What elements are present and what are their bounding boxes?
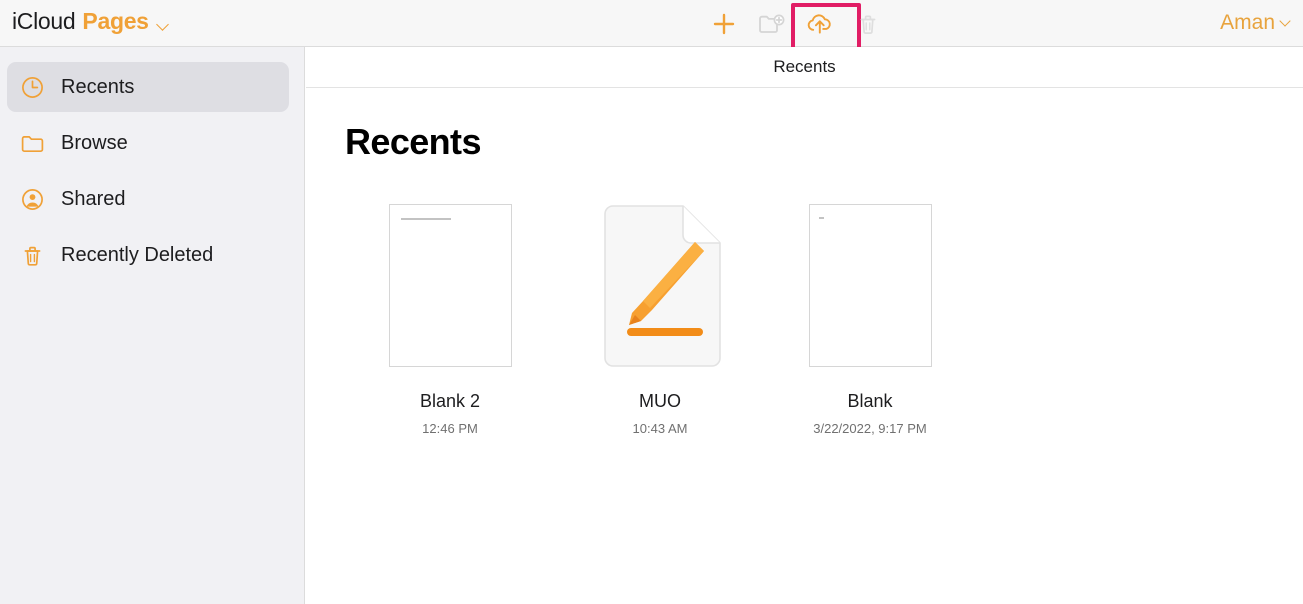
document-item[interactable]: Blank 2 12:46 PM [345,197,555,436]
chevron-down-icon [1279,15,1291,27]
new-folder-icon [759,14,785,33]
new-folder-button[interactable] [748,4,796,44]
cloud-upload-icon [807,13,831,34]
upload-button[interactable] [791,2,861,54]
document-date: 3/22/2022, 9:17 PM [813,421,927,436]
blank-page-thumbnail [388,204,512,367]
content-area: Recents Recents Blank 2 12:46 PM MUO 10:… [306,47,1303,604]
delete-button[interactable] [844,4,892,44]
document-thumbnail [808,197,932,367]
person-circle-icon [19,186,45,212]
top-toolbar: iCloud Pages Aman [0,0,1303,54]
sidebar-item-recently-deleted[interactable]: Recently Deleted [7,230,289,280]
sidebar-item-browse[interactable]: Browse [7,118,289,168]
brand-menu[interactable]: iCloud Pages [12,8,169,35]
brand-app-label: Pages [82,8,149,34]
sidebar-item-label: Recently Deleted [61,243,214,266]
account-name-label: Aman [1220,11,1275,34]
document-thumbnail [388,197,512,367]
plus-icon [713,13,735,34]
document-item[interactable]: Blank 3/22/2022, 9:17 PM [765,197,975,436]
sidebar-item-label: Recents [61,75,135,98]
document-date: 10:43 AM [632,421,688,436]
document-name: MUO [639,391,681,411]
trash-icon [860,15,876,34]
document-thumbnail [599,197,721,367]
sidebar: Recents Browse Shared Recently Deleted [0,47,305,604]
toolbar-actions [700,0,892,54]
account-menu[interactable]: Aman [1220,11,1291,35]
icloud-pages-app: iCloud Pages Aman Recents Browse Shared … [0,0,1303,604]
document-date: 12:46 PM [422,421,478,436]
chevron-down-icon [155,18,169,31]
new-document-button[interactable] [700,4,748,44]
subheader-title: Recents [773,57,836,76]
document-name: Blank 2 [419,391,481,411]
page-title: Recents [345,121,481,162]
document-name: Blank [847,391,893,411]
brand-service-label: iCloud [12,8,76,34]
sidebar-item-recents[interactable]: Recents [7,62,289,112]
placeholder-text-line [400,218,451,220]
document-item[interactable]: MUO 10:43 AM [555,197,765,436]
document-grid: Blank 2 12:46 PM MUO 10:43 AM Blank 3/22… [345,197,1303,436]
blank-page-thumbnail [808,204,932,367]
sidebar-item-shared[interactable]: Shared [7,174,289,224]
clock-icon [19,74,45,100]
pages-document-icon [604,205,721,367]
trash-icon [19,242,45,268]
placeholder-text-line [818,217,824,219]
folder-icon [19,130,45,156]
sidebar-item-label: Shared [61,187,126,210]
content-subheader: Recents [306,47,1303,88]
sidebar-item-label: Browse [61,131,128,154]
